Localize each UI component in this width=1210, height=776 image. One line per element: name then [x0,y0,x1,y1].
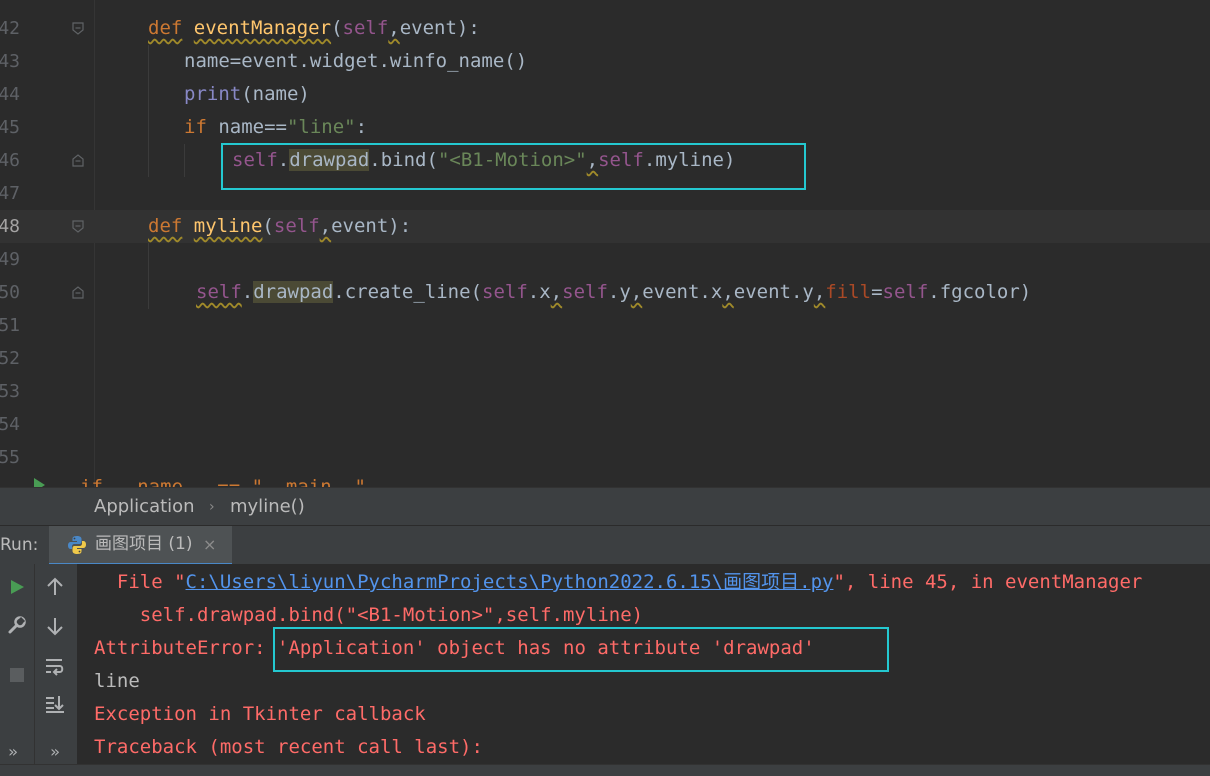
highlight-box [273,627,889,672]
close-icon[interactable]: × [203,526,216,563]
line-number: 54 [0,414,20,435]
highlight-box [221,143,806,190]
console-line: Exception in Tkinter callback [94,703,426,725]
line-number: 48 [0,216,20,237]
fold-end-icon[interactable] [72,154,84,167]
breadcrumb-method[interactable]: myline() [230,488,305,526]
line-number: 47 [0,183,20,204]
file-link[interactable]: C:\Users\liyun\PycharmProjects\Python202… [186,571,834,593]
code-line-54[interactable]: 54 [0,408,1210,441]
code-line-45[interactable]: 45 if name=="line": [0,111,1210,144]
code-text: print(name) [184,83,310,105]
line-number: 53 [0,381,20,402]
line-number: 52 [0,348,20,369]
fold-icon[interactable] [72,220,84,233]
console-line: Traceback (most recent call last): [94,736,483,758]
line-number: 51 [0,315,20,336]
stop-icon[interactable] [2,660,32,690]
code-line-53[interactable]: 53 [0,375,1210,408]
code-text: def eventManager(self,event): [148,17,480,39]
indent-guide [148,243,149,309]
python-icon [68,536,86,554]
run-toolbar-left: » [0,564,34,764]
line-number: 43 [0,51,20,72]
code-text: self.drawpad.create_line(self.x,self.y,e… [196,281,1032,303]
console-output[interactable]: File "C:\Users\liyun\PycharmProjects\Pyt… [0,564,1210,764]
line-number: 42 [0,18,20,39]
breadcrumb: Application › myline() [0,487,1210,526]
more-icon[interactable]: » [40,736,70,766]
fold-end-icon[interactable] [72,286,84,299]
breadcrumb-separator: › [209,499,215,515]
run-toolbar-right: » [34,564,77,764]
code-text: def myline(self,event): [148,215,412,237]
fold-icon[interactable] [72,22,84,35]
arrow-down-icon[interactable] [40,611,70,641]
code-line-50[interactable]: 50 self.drawpad.create_line(self.x,self.… [0,276,1210,309]
indent-guide [148,45,149,177]
run-tool-window-header: Run: 画图项目 (1) × [0,525,1210,566]
breadcrumb-class[interactable]: Application [94,488,195,526]
code-line-52[interactable]: 52 [0,342,1210,375]
run-label: Run: [0,535,39,555]
code-line-55[interactable]: 55 [0,441,1210,474]
code-line-42[interactable]: 42 def eventManager(self,event): [0,12,1210,45]
soft-wrap-icon[interactable] [40,651,70,681]
code-line-44[interactable]: 44 print(name) [0,78,1210,111]
code-line-51[interactable]: 51 [0,309,1210,342]
code-line-48[interactable]: 48 def myline(self,event): [0,210,1210,243]
wrench-icon[interactable] [2,610,32,640]
code-text: if name=="line": [184,116,368,138]
more-icon[interactable]: » [0,736,28,766]
line-number: 46 [0,150,20,171]
line-number: 45 [0,117,20,138]
code-line-49[interactable]: 49 [0,243,1210,276]
play-icon[interactable] [2,572,32,602]
code-line-43[interactable]: 43 name=event.widget.winfo_name() [0,45,1210,78]
status-bar [0,764,1210,776]
console-line: File "C:\Users\liyun\PycharmProjects\Pyt… [94,571,1143,593]
console-line: line [94,670,140,692]
line-number: 44 [0,84,20,105]
partial-code-line: if __name__ == "__main__" [80,476,366,487]
indent-guide [184,144,185,177]
scroll-to-end-icon[interactable] [40,689,70,719]
run-gutter-icon[interactable] [34,478,45,487]
line-number: 49 [0,249,20,270]
arrow-up-icon[interactable] [40,572,70,602]
code-editor[interactable]: 42 def eventManager(self,event): 43 name… [0,0,1210,487]
line-number: 55 [0,447,20,468]
run-tab-label: 画图项目 (1) [95,534,193,554]
code-text: name=event.widget.winfo_name() [184,50,528,72]
line-number: 50 [0,282,20,303]
run-tab[interactable]: 画图项目 (1) × [49,526,232,566]
